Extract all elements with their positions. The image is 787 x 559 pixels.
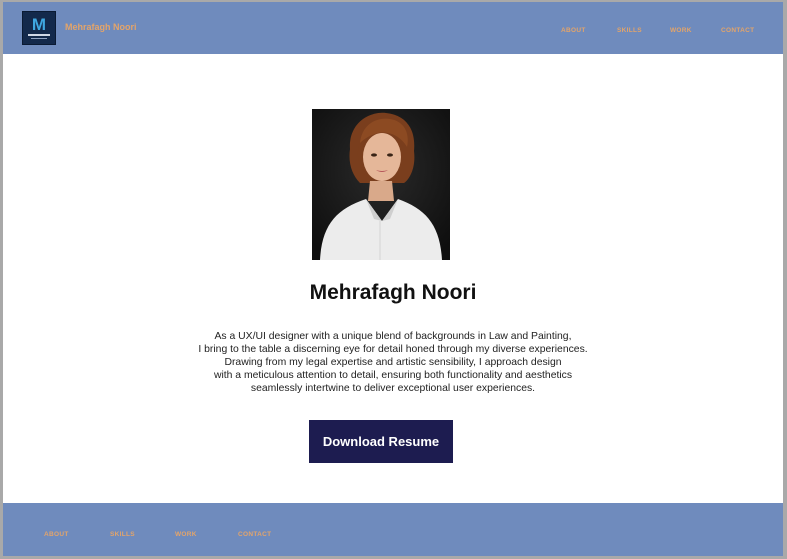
logo-subline-icon	[31, 38, 47, 39]
download-resume-button[interactable]: Download Resume	[309, 420, 453, 463]
logo-letter: M	[31, 15, 47, 34]
footer-bar: ABOUT SKILLS WORK CONTACT	[3, 503, 783, 556]
bio-line: with a meticulous attention to detail, e…	[213, 370, 573, 381]
footer-nav-about[interactable]: ABOUT	[44, 531, 69, 538]
bio-line: Drawing from my legal expertise and arti…	[224, 357, 562, 368]
footer-nav-contact[interactable]: CONTACT	[238, 531, 271, 538]
nav-skills[interactable]: SKILLS	[617, 27, 642, 34]
footer-nav-work[interactable]: WORK	[175, 531, 197, 538]
bio-line: seamlessly intertwine to deliver excepti…	[250, 383, 536, 394]
page-frame: M Mehrafagh Noori ABOUT SKILLS WORK CONT…	[3, 2, 783, 556]
portrait-illustration	[312, 109, 450, 260]
logo-line-icon	[28, 34, 50, 36]
portrait-photo	[312, 109, 450, 260]
nav-work[interactable]: WORK	[670, 27, 692, 34]
logo[interactable]: M	[22, 11, 56, 45]
nav-contact[interactable]: CONTACT	[721, 27, 754, 34]
hero-bio: As a UX/UI designer with a unique blend …	[153, 330, 633, 395]
nav-about[interactable]: ABOUT	[561, 27, 586, 34]
header-bar: M Mehrafagh Noori ABOUT SKILLS WORK CONT…	[3, 2, 783, 54]
hero-name: Mehrafagh Noori	[309, 281, 477, 304]
footer-nav-skills[interactable]: SKILLS	[110, 531, 135, 538]
bio-line: I bring to the table a discerning eye fo…	[198, 344, 588, 355]
bio-line: As a UX/UI designer with a unique blend …	[214, 331, 572, 342]
brand-name[interactable]: Mehrafagh Noori	[65, 22, 137, 32]
